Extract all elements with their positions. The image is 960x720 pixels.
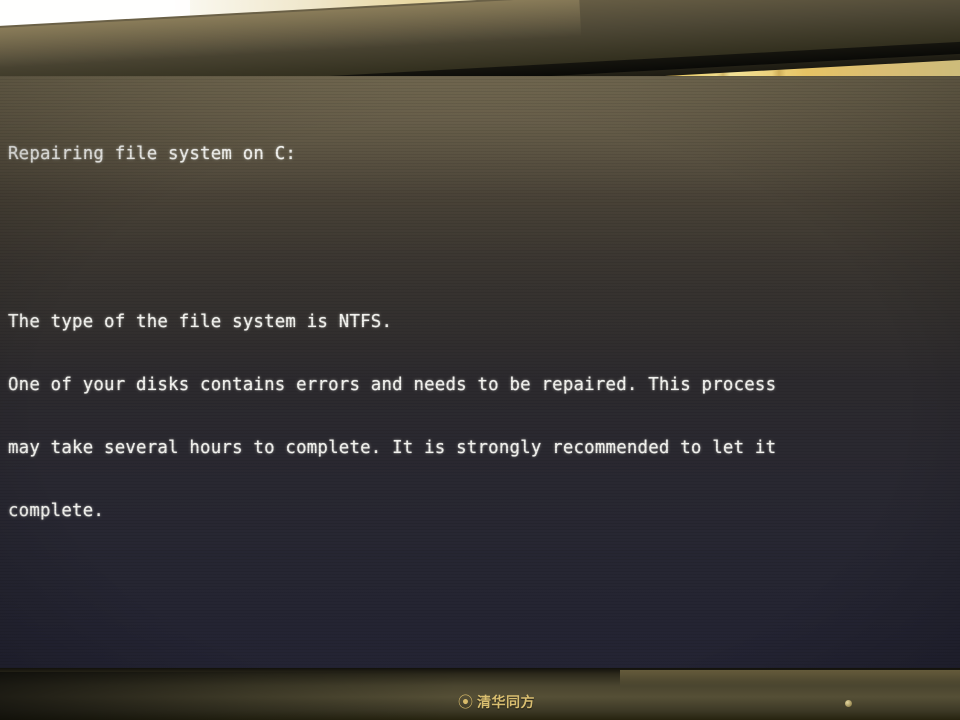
screen-vignette <box>0 76 960 676</box>
screw-icon <box>845 700 852 707</box>
monitor-photo: Repairing file system on C: The type of … <box>0 0 960 720</box>
swirl-logo-icon: ⦿ <box>458 692 474 711</box>
monitor-screen: Repairing file system on C: The type of … <box>0 76 960 676</box>
monitor-brand-logo: ⦿ 清华同方 <box>458 692 535 712</box>
bezel-highlight <box>620 670 960 686</box>
brand-name-label: 清华同方 <box>477 695 535 711</box>
